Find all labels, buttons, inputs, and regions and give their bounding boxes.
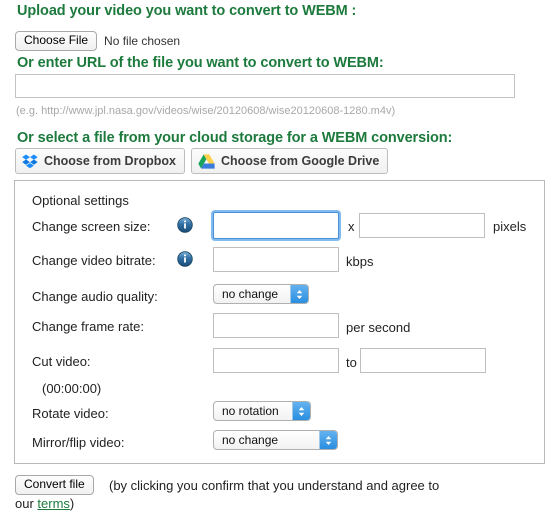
choose-file-button[interactable]: Choose File	[15, 31, 98, 51]
screen-size-separator-label: x	[348, 219, 355, 234]
rotate-video-label: Rotate video:	[32, 406, 109, 421]
no-file-chosen-label: No file chosen	[104, 34, 181, 48]
optional-settings-panel: Optional settings Change screen size: x …	[14, 180, 545, 464]
cut-video-label: Cut video:	[32, 354, 91, 369]
chevron-updown-icon	[319, 431, 337, 449]
change-video-bitrate-label: Change video bitrate:	[32, 253, 156, 268]
mirror-flip-video-label: Mirror/flip video:	[32, 435, 125, 450]
google-drive-button-label: Choose from Google Drive	[220, 154, 380, 168]
screen-size-info-icon[interactable]	[177, 217, 193, 233]
optional-settings-title: Optional settings	[32, 193, 129, 208]
choose-from-google-drive-button[interactable]: Choose from Google Drive	[190, 148, 389, 174]
cut-video-to-input[interactable]	[360, 348, 486, 373]
upload-heading: Upload your video you want to convert to…	[17, 3, 357, 19]
screen-height-input[interactable]	[359, 213, 485, 238]
mirror-flip-video-select[interactable]: no change	[213, 430, 338, 450]
frame-rate-unit-label: per second	[346, 320, 411, 335]
file-picker[interactable]: Choose File No file chosen	[15, 31, 180, 51]
chevron-updown-icon	[290, 285, 308, 303]
change-frame-rate-label: Change frame rate:	[32, 319, 145, 334]
cloud-storage-heading: Or select a file from your cloud storage…	[17, 130, 453, 146]
screen-width-input[interactable]	[213, 212, 339, 239]
mirror-flip-selected-value: no change	[222, 433, 279, 447]
convert-file-button[interactable]: Convert file	[15, 475, 94, 495]
change-audio-quality-label: Change audio quality:	[32, 289, 158, 304]
dropbox-icon	[22, 154, 38, 169]
video-bitrate-unit-label: kbps	[346, 254, 374, 269]
cut-video-from-input[interactable]	[213, 348, 339, 373]
terms-link[interactable]: terms	[37, 496, 70, 511]
url-input[interactable]	[15, 74, 515, 98]
frame-rate-input[interactable]	[213, 313, 339, 338]
video-bitrate-info-icon[interactable]	[177, 251, 193, 267]
audio-quality-selected-value: no change	[222, 287, 279, 301]
chevron-updown-icon	[292, 402, 310, 420]
footer-note-line-2: our terms)	[15, 496, 74, 511]
footer-note-suffix: )	[69, 496, 75, 511]
cut-video-separator-label: to	[346, 355, 357, 370]
cut-video-hint: (00:00:00)	[42, 381, 102, 396]
footer-note-prefix: our	[15, 496, 38, 511]
audio-quality-select[interactable]: no change	[213, 284, 309, 304]
rotate-video-select[interactable]: no rotation	[213, 401, 311, 421]
screen-size-unit-label: pixels	[493, 219, 527, 234]
footer-note-line-1: (by clicking you confirm that you unders…	[109, 478, 440, 493]
url-hint-text: (e.g. http://www.jpl.nasa.gov/videos/wis…	[16, 105, 396, 117]
dropbox-button-label: Choose from Dropbox	[44, 154, 176, 168]
webm-converter-page: Upload your video you want to convert to…	[0, 0, 556, 518]
change-screen-size-label: Change screen size:	[32, 219, 151, 234]
google-drive-icon	[198, 153, 215, 169]
url-heading: Or enter URL of the file you want to con…	[17, 55, 384, 71]
video-bitrate-input[interactable]	[213, 247, 339, 272]
choose-from-dropbox-button[interactable]: Choose from Dropbox	[15, 148, 185, 174]
cloud-buttons-group: Choose from Dropbox Choose from Google D…	[15, 148, 389, 174]
rotate-video-selected-value: no rotation	[222, 404, 279, 418]
